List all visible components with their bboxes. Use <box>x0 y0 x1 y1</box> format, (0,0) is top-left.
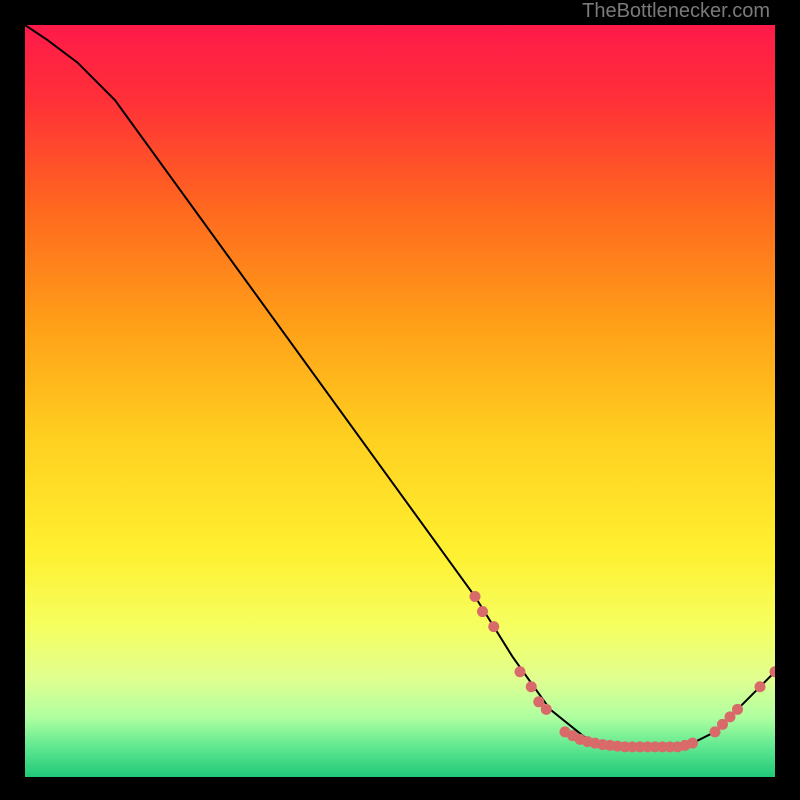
gradient-background <box>25 25 775 777</box>
data-point <box>477 606 488 617</box>
watermark-text: TheBottleneсker.com <box>582 0 770 23</box>
data-point <box>526 681 537 692</box>
chart-area <box>25 10 775 780</box>
data-point <box>755 681 766 692</box>
data-point <box>488 621 499 632</box>
data-point <box>541 704 552 715</box>
data-point <box>732 704 743 715</box>
data-point <box>515 666 526 677</box>
chart-svg <box>25 10 775 780</box>
data-point <box>687 738 698 749</box>
data-point <box>470 591 481 602</box>
